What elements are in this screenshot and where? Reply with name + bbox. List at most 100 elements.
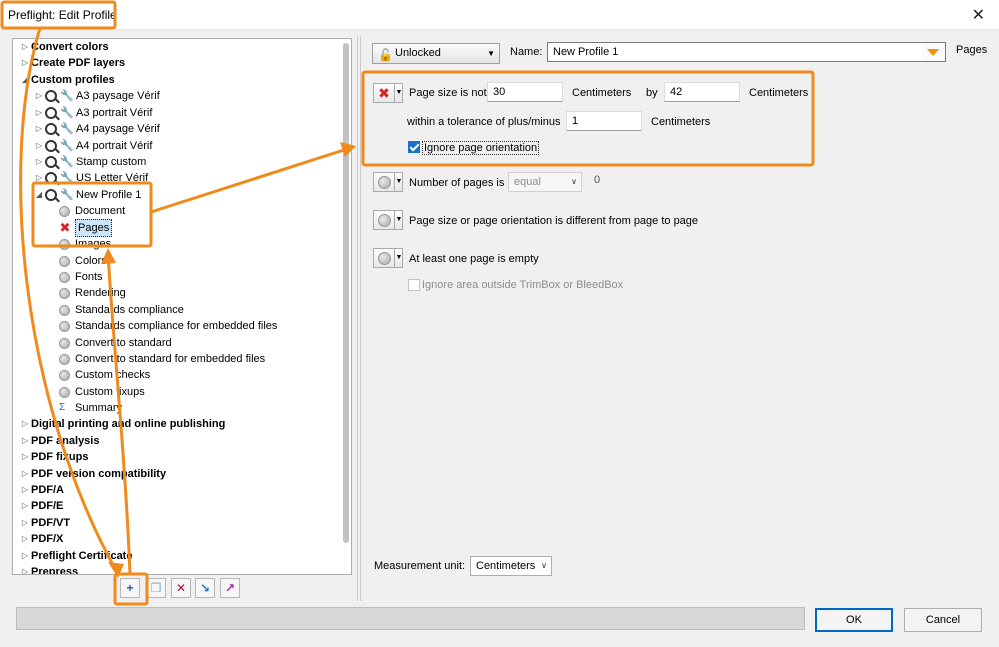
chevron-down-icon: ∨ — [541, 561, 547, 570]
tree-item-convert-colors[interactable]: ▷ Convert colors — [19, 39, 109, 55]
cancel-button[interactable]: Cancel — [904, 608, 982, 632]
error-x-icon: ✖ — [378, 84, 390, 101]
num-pages-operator-select[interactable]: equal ∨ — [508, 172, 582, 192]
ignore-trimbox-checkbox[interactable] — [408, 279, 420, 291]
lock-label: Unlocked — [395, 47, 441, 59]
close-icon[interactable]: ✕ — [972, 5, 985, 25]
wrench-icon: 🔧 — [60, 156, 74, 168]
tree-item-new-profile-1[interactable]: ◢ 🔧 New Profile 1 — [33, 187, 141, 203]
tree-item-fonts[interactable]: Fonts — [59, 269, 103, 285]
page-size-diff-label: Page size or page orientation is differe… — [409, 215, 699, 227]
status-dot-icon — [59, 337, 70, 349]
chevron-down-icon: ▼ — [487, 49, 495, 58]
check-page-size-diff-severity[interactable]: ▼ — [373, 210, 403, 230]
tree-item-document[interactable]: Document — [59, 203, 125, 219]
status-dot-icon — [377, 213, 391, 227]
tree-item-pdf-e[interactable]: ▷ PDF/E — [19, 498, 63, 514]
status-dot-icon — [59, 271, 70, 283]
tree-item-pdf-analysis[interactable]: ▷ PDF analysis — [19, 433, 100, 449]
window-title: Preflight: Edit Profile — [8, 8, 117, 22]
ok-button[interactable]: OK — [815, 608, 893, 632]
magnifier-icon — [45, 172, 57, 184]
measurement-unit-select[interactable]: Centimeters ∨ — [470, 556, 552, 576]
tree-scrollbar[interactable] — [343, 43, 349, 543]
page-width-input[interactable]: 30 — [487, 82, 563, 102]
wrench-icon: 🔧 — [60, 90, 74, 102]
unit-label: Centimeters — [749, 87, 809, 99]
tree-item-a4-paysage[interactable]: ▷ 🔧 A4 paysage Vérif — [33, 121, 160, 137]
title-bar: Preflight: Edit Profile ✕ — [0, 0, 999, 30]
wrench-icon: 🔧 — [60, 123, 74, 135]
tree-item-pdf-x[interactable]: ▷ PDF/X — [19, 531, 63, 547]
tree-item-preflight-certificate[interactable]: ▷ Preflight Certificate — [19, 548, 133, 564]
tree-item-us-letter[interactable]: ▷ 🔧 US Letter Vérif — [33, 170, 148, 186]
tree-item-digital-printing[interactable]: ▷ Digital printing and online publishing — [19, 416, 225, 432]
status-dot-icon — [59, 304, 70, 316]
tree-item-pdf-version[interactable]: ▷ PDF version compatibility — [19, 466, 166, 482]
tree-item-custom-fixups[interactable]: Custom fixups — [59, 384, 145, 400]
tree-item-colors[interactable]: Colors — [59, 253, 107, 269]
status-dot-icon — [59, 353, 70, 365]
wrench-icon: 🔧 — [60, 189, 74, 201]
page-height-input[interactable]: 42 — [664, 82, 740, 102]
chevron-down-icon: ▼ — [395, 178, 403, 185]
check-empty-page-severity[interactable]: ▼ — [373, 248, 403, 268]
ignore-orientation-checkbox[interactable] — [408, 141, 420, 153]
wrench-icon: 🔧 — [60, 140, 74, 152]
tree-item-images[interactable]: Images — [59, 236, 111, 252]
chevron-down-icon: ▼ — [395, 216, 403, 223]
tree-item-custom-profiles[interactable]: ◢ Custom profiles — [19, 72, 115, 88]
tree-item-a3-portrait[interactable]: ▷ 🔧 A3 portrait Vérif — [33, 105, 152, 121]
import-icon[interactable]: ↘ — [195, 578, 215, 598]
tree-item-convert-to-standard[interactable]: Convert to standard — [59, 335, 172, 351]
page-size-label: Page size is not — [409, 87, 487, 99]
magnifier-icon — [45, 140, 57, 152]
magnifier-icon — [45, 189, 57, 201]
unit-label: Centimeters — [572, 87, 632, 99]
tree-item-summary[interactable]: Σ Summary — [59, 400, 122, 416]
section-label: Pages — [956, 44, 988, 56]
check-page-size-severity[interactable]: ✖ ▼ — [373, 83, 403, 103]
tree-item-stamp-custom[interactable]: ▷ 🔧 Stamp custom — [33, 154, 146, 170]
lock-dropdown[interactable]: 🔓 Unlocked ▼ — [372, 43, 500, 64]
tree-item-prepress[interactable]: ▷ Prepress — [19, 564, 78, 574]
chevron-down-icon: ∨ — [571, 177, 577, 186]
duplicate-icon[interactable]: ❐ — [146, 578, 166, 598]
wrench-icon: 🔧 — [60, 172, 74, 184]
chevron-down-icon: ▼ — [395, 254, 403, 261]
tree-item-create-pdf-layers[interactable]: ▷ Create PDF layers — [19, 55, 125, 71]
tree-item-pdf-a[interactable]: ▷ PDF/A — [19, 482, 64, 498]
name-field[interactable]: New Profile 1 — [547, 42, 923, 62]
profile-tree[interactable]: ▷ Convert colors ▷ Create PDF layers ◢ Cust… — [12, 38, 352, 575]
tolerance-input[interactable]: 1 — [566, 111, 642, 131]
status-dot-icon — [59, 205, 70, 217]
num-pages-value: 0 — [594, 174, 601, 186]
tree-item-pdf-vt[interactable]: ▷ PDF/VT — [19, 515, 70, 531]
tree-item-custom-checks[interactable]: Custom checks — [59, 367, 150, 383]
tree-item-rendering[interactable]: Rendering — [59, 285, 126, 301]
ignore-trimbox-label: Ignore area outside TrimBox or BleedBox — [422, 279, 624, 291]
error-x-icon: ✖ — [59, 220, 71, 235]
check-num-pages-severity[interactable]: ▼ — [373, 172, 403, 192]
tree-item-a4-portrait[interactable]: ▷ 🔧 A4 portrait Vérif — [33, 138, 152, 154]
new-profile-icon[interactable]: + — [120, 578, 140, 598]
by-label: by — [646, 87, 658, 99]
unlock-icon: 🔓 — [378, 48, 393, 62]
status-dot-icon — [59, 386, 70, 398]
magnifier-icon — [45, 156, 57, 168]
tree-item-standards-compliance-embedded[interactable]: Standards compliance for embedded files — [59, 318, 277, 334]
delete-icon[interactable]: ✕ — [171, 578, 191, 598]
tree-item-pdf-fixups[interactable]: ▷ PDF fixups — [19, 449, 89, 465]
tree-item-a3-paysage[interactable]: ▷ 🔧 A3 paysage Vérif — [33, 88, 160, 104]
export-icon[interactable]: ↗ — [220, 578, 240, 598]
summary-icon: Σ — [59, 402, 66, 413]
tree-item-pages[interactable]: ✖ Pages — [59, 219, 113, 237]
tree-item-convert-to-standard-embedded[interactable]: Convert to standard for embedded files — [59, 351, 265, 367]
empty-page-label: At least one page is empty — [409, 253, 539, 265]
progress-bar — [16, 607, 805, 630]
unit-label: Centimeters — [651, 116, 711, 128]
panel-splitter[interactable] — [357, 36, 361, 601]
tree-item-standards-compliance[interactable]: Standards compliance — [59, 302, 184, 318]
status-dot-icon — [59, 369, 70, 381]
name-dropdown-button[interactable] — [922, 42, 946, 62]
